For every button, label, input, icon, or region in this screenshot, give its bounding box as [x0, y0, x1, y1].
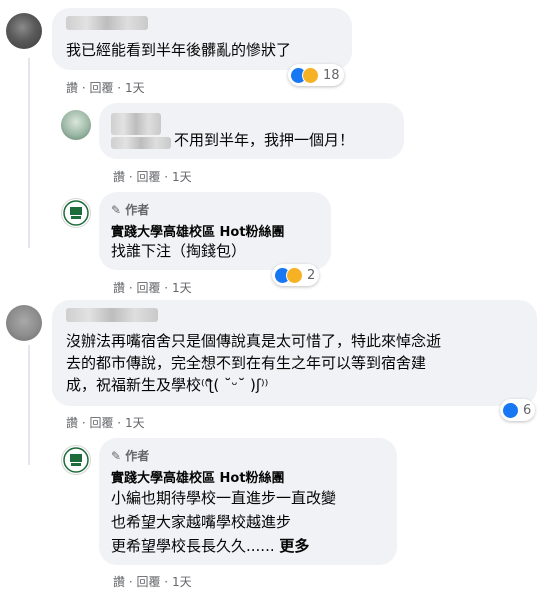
page-name[interactable]: 實踐大學高雄校區 Hot粉絲團 [111, 467, 285, 486]
reaction-count: 6 [523, 402, 532, 418]
reaction-summary[interactable]: 2 [272, 264, 320, 286]
like-link[interactable]: 讚 [113, 279, 125, 296]
reply-link[interactable]: 回覆 [136, 279, 160, 296]
commenter-name-blurred[interactable] [66, 308, 158, 322]
page-name[interactable]: 實踐大學高雄校區 Hot粉絲團 [111, 221, 285, 240]
commenter-avatar[interactable] [6, 13, 42, 49]
comment-bubble: 沒辦法再嘴宿舍只是個傳說真是太可惜了，特此來悼念逝 去的都市傳說，完全想不到在有… [52, 300, 537, 406]
school-logo-icon [63, 200, 89, 226]
comment-actions: 讚 · 回覆 · 1天 [113, 573, 192, 590]
haha-icon [302, 66, 319, 84]
page-avatar[interactable] [61, 198, 91, 228]
thread-line [28, 58, 30, 248]
commenter-name-blurred[interactable] [111, 113, 161, 135]
pencil-icon: ✎ [111, 449, 122, 463]
see-more-link[interactable]: 更多 [279, 537, 309, 555]
comment-text-line: 沒辦法再嘴宿舍只是個傳說真是太可惜了，特此來悼念逝 [66, 332, 442, 350]
comment-text: 找誰下注（掏錢包） [111, 242, 247, 260]
school-logo-icon [63, 447, 89, 473]
like-link[interactable]: 讚 [113, 573, 125, 590]
comment-text: 不用到半年，我押一個月！ [174, 131, 355, 149]
reply-link[interactable]: 回覆 [89, 79, 113, 96]
author-badge: ✎ 作者 [111, 203, 150, 217]
comment-bubble: 不用到半年，我押一個月！ [99, 103, 404, 159]
comment-actions: 讚 · 回覆 · 1天 [113, 279, 192, 296]
comment-text-line: 去的都市傳說，完全想不到在有生之年可以等到宿舍建 [66, 354, 427, 372]
comment-text: 我已經能看到半年後髒亂的慘狀了 [66, 41, 292, 59]
timestamp[interactable]: 1天 [125, 79, 145, 96]
comment-bubble: 我已經能看到半年後髒亂的慘狀了 [52, 8, 352, 70]
reaction-count: 18 [323, 67, 340, 83]
comment-text-line: 更希望學校長長久久...... 更多 [111, 537, 310, 555]
timestamp[interactable]: 1天 [172, 279, 192, 296]
comment-actions: 讚 · 回覆 · 1天 [66, 414, 145, 431]
commenter-avatar[interactable] [61, 110, 91, 140]
comment-actions: 讚 · 回覆 · 1天 [66, 79, 145, 96]
pencil-icon: ✎ [111, 203, 122, 217]
commenter-name-blurred[interactable] [111, 137, 171, 149]
care-icon [286, 266, 303, 284]
reply-link[interactable]: 回覆 [89, 414, 113, 431]
reaction-summary[interactable]: 18 [288, 64, 344, 86]
reaction-count: 2 [307, 267, 316, 283]
comment-bubble: ✎ 作者 實踐大學高雄校區 Hot粉絲團 小編也期待學校一直進步一直改變 也希望… [99, 438, 397, 565]
reaction-summary[interactable]: 6 [500, 399, 536, 421]
like-link[interactable]: 讚 [66, 79, 78, 96]
comment-actions: 讚 · 回覆 · 1天 [113, 168, 192, 185]
like-link[interactable]: 讚 [66, 414, 78, 431]
timestamp[interactable]: 1天 [172, 168, 192, 185]
author-badge: ✎ 作者 [111, 449, 150, 463]
timestamp[interactable]: 1天 [172, 573, 192, 590]
comment-text-line: 也希望大家越嘴學校越進步 [111, 513, 292, 531]
commenter-name-blurred[interactable] [66, 16, 148, 30]
reply-link[interactable]: 回覆 [136, 573, 160, 590]
comment-text-line: 小編也期待學校一直進步一直改變 [111, 489, 337, 507]
thread-line [28, 345, 30, 465]
comment-bubble: ✎ 作者 實踐大學高雄校區 Hot粉絲團 找誰下注（掏錢包） [99, 192, 331, 270]
reply-link[interactable]: 回覆 [136, 168, 160, 185]
page-avatar[interactable] [61, 445, 91, 475]
timestamp[interactable]: 1天 [125, 414, 145, 431]
like-icon [502, 401, 519, 419]
commenter-avatar[interactable] [6, 305, 42, 341]
comment-text-line: 成，祝福新生及學校⁽⁽ƪ( ˘ᵕ˘ )ʃ⁾⁾ [66, 376, 269, 394]
like-link[interactable]: 讚 [113, 168, 125, 185]
